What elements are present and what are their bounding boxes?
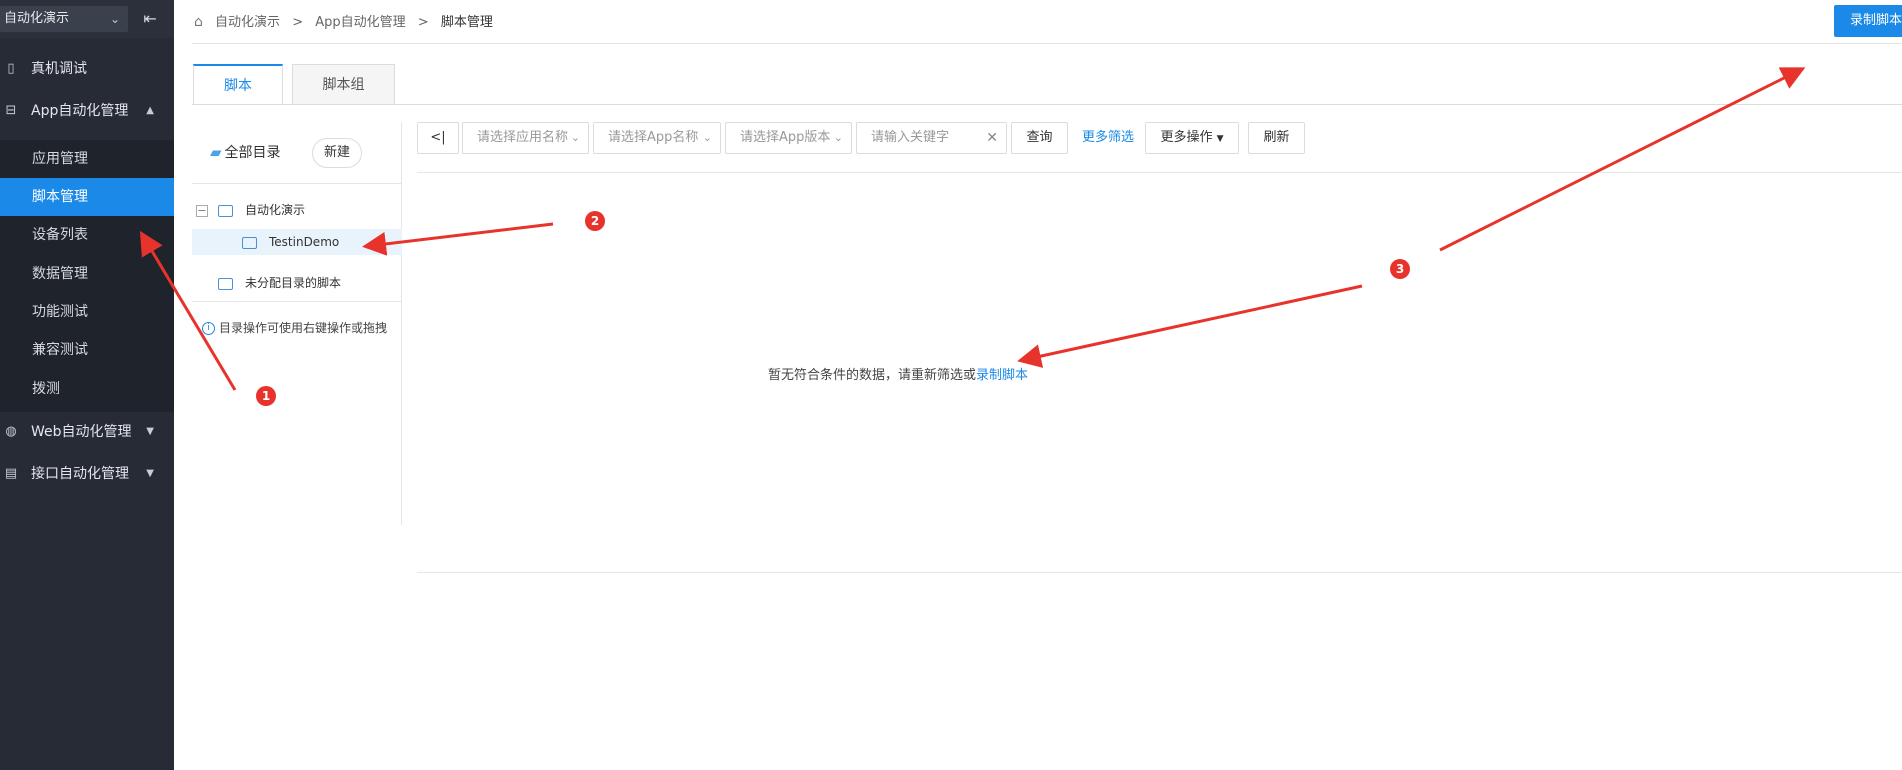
tree-node-label: 未分配目录的脚本 bbox=[245, 276, 342, 290]
collapse-tree-button[interactable]: <| bbox=[417, 122, 459, 154]
chevron-down-icon: ⌄ bbox=[702, 131, 712, 144]
tree-node-label: 自动化演示 bbox=[245, 203, 306, 217]
caret-down-icon: ▼ bbox=[1216, 134, 1224, 144]
breadcrumb-current: 脚本管理 bbox=[440, 15, 493, 30]
more-operations-button[interactable]: 更多操作 ▼ bbox=[1145, 122, 1239, 154]
nav-item-label: App自动化管理 bbox=[31, 103, 129, 119]
annotation-arrow-3a bbox=[1017, 284, 1363, 368]
record-script-link[interactable]: 录制脚本 bbox=[976, 368, 1028, 383]
sub-item-data-manage[interactable]: 数据管理 bbox=[0, 255, 174, 293]
breadcrumb-separator: > bbox=[417, 15, 429, 30]
nav-item-label: 真机调试 bbox=[31, 61, 87, 77]
chevron-down-icon: ⌄ bbox=[833, 131, 843, 144]
home-icon[interactable]: ⌂ bbox=[194, 14, 203, 30]
folder-icon bbox=[218, 277, 233, 290]
sub-item-compat-test[interactable]: 兼容测试 bbox=[0, 331, 174, 369]
project-select[interactable]: 自动化演示 ⌄ bbox=[0, 6, 128, 32]
tree-node-testindemo[interactable]: TestinDemo bbox=[192, 229, 402, 255]
record-script-button[interactable]: 录制脚本 bbox=[1834, 5, 1902, 37]
tree-tip-text: 目录操作可使用右键操作或拖拽 bbox=[219, 321, 388, 335]
app-select-placeholder: 请选择App名称 bbox=[608, 130, 699, 145]
annotation-arrow-3b bbox=[1439, 67, 1806, 252]
annotation-badge-2: 2 bbox=[585, 211, 605, 231]
empty-state-text: 暂无符合条件的数据，请重新筛选或 bbox=[768, 368, 977, 383]
nav-item-device-debug[interactable]: ▯ 真机调试 bbox=[0, 50, 174, 88]
tab-script[interactable]: 脚本 bbox=[193, 64, 283, 105]
collapse-toggle-icon[interactable]: − bbox=[196, 204, 208, 217]
caret-down-icon: ▼ bbox=[146, 468, 154, 479]
nav-item-web-automation[interactable]: ◍ Web自动化管理 ▼ bbox=[0, 413, 174, 451]
chevron-down-icon: ⌄ bbox=[570, 131, 580, 144]
annotation-badge-3: 3 bbox=[1390, 259, 1410, 279]
version-select[interactable]: 请选择App版本 ⌄ bbox=[725, 122, 852, 154]
app-select[interactable]: 请选择App名称 ⌄ bbox=[593, 122, 721, 154]
sub-item-function-test[interactable]: 功能测试 bbox=[0, 293, 174, 331]
caret-up-icon: ▲ bbox=[146, 105, 154, 116]
app-name-select[interactable]: 请选择应用名称 ⌄ bbox=[462, 122, 589, 154]
nav-item-app-automation[interactable]: ⊟ App自动化管理 ▲ bbox=[0, 92, 174, 130]
version-select-placeholder: 请选择App版本 bbox=[740, 130, 831, 145]
breadcrumb-separator: > bbox=[292, 15, 304, 30]
nav-item-label: Web自动化管理 bbox=[31, 424, 132, 440]
menu-collapse-icon[interactable]: ⇤ bbox=[136, 6, 164, 32]
app-root: 自动化演示 ⌄ ⇤ ▯ 真机调试 ⊟ App自动化管理 ▲ 应用管理 脚本管理 … bbox=[0, 0, 1902, 770]
breadcrumb-item[interactable]: App自动化管理 bbox=[315, 15, 405, 30]
sub-item-dial-test[interactable]: 拨测 bbox=[0, 370, 174, 408]
folder-icon: ▰ bbox=[210, 143, 222, 161]
sidebar: 自动化演示 ⌄ ⇤ ▯ 真机调试 ⊟ App自动化管理 ▲ 应用管理 脚本管理 … bbox=[0, 0, 174, 770]
keyword-input[interactable]: 请输入关键字 ✕ bbox=[856, 122, 1007, 154]
sub-item-device-list[interactable]: 设备列表 bbox=[0, 216, 174, 254]
app-automation-submenu: 应用管理 脚本管理 设备列表 数据管理 功能测试 兼容测试 拨测 bbox=[0, 140, 174, 412]
tree-root-label: 全部目录 bbox=[224, 145, 281, 161]
new-folder-button[interactable]: 新建 bbox=[312, 138, 362, 168]
tree-root[interactable]: ▰ 全部目录 bbox=[210, 142, 281, 162]
globe-icon: ◍ bbox=[5, 424, 17, 439]
folder-icon bbox=[242, 236, 257, 249]
query-button[interactable]: 查询 bbox=[1011, 122, 1068, 154]
project-select-value: 自动化演示 bbox=[4, 11, 70, 26]
app-name-select-placeholder: 请选择应用名称 bbox=[477, 130, 569, 145]
list-divider bbox=[417, 172, 1902, 173]
directory-tree-panel: ▰ 全部目录 新建 − 自动化演示 TestinDemo 未分配目录的脚本 i 目录操… bbox=[192, 122, 402, 525]
tab-script-group[interactable]: 脚本组 bbox=[292, 64, 395, 105]
more-filter-link[interactable]: 更多筛选 bbox=[1082, 122, 1134, 154]
sub-item-app-manage[interactable]: 应用管理 bbox=[0, 140, 174, 178]
refresh-button[interactable]: 刷新 bbox=[1248, 122, 1305, 154]
tree-node-label: TestinDemo bbox=[269, 235, 340, 249]
sub-item-script-manage[interactable]: 脚本管理 bbox=[0, 178, 174, 216]
chevron-down-icon: ⌄ bbox=[109, 12, 120, 26]
more-operations-label: 更多操作 bbox=[1160, 130, 1213, 145]
app-icon: ⊟ bbox=[5, 103, 17, 118]
tree-header: ▰ 全部目录 新建 bbox=[192, 122, 402, 184]
nav-item-api-automation[interactable]: ▤ 接口自动化管理 ▼ bbox=[0, 455, 174, 493]
caret-down-icon: ▼ bbox=[146, 426, 154, 437]
nav-item-label: 接口自动化管理 bbox=[31, 466, 129, 482]
header-divider bbox=[192, 43, 1902, 44]
phone-icon: ▯ bbox=[7, 61, 15, 76]
tab-divider bbox=[192, 104, 1902, 105]
project-bar: 自动化演示 ⌄ ⇤ bbox=[0, 0, 174, 38]
api-icon: ▤ bbox=[4, 466, 18, 481]
clear-icon[interactable]: ✕ bbox=[986, 123, 998, 153]
breadcrumb: ⌂ 自动化演示 > App自动化管理 > 脚本管理 bbox=[194, 11, 501, 30]
tree-tip: i 目录操作可使用右键操作或拖拽 bbox=[202, 319, 387, 336]
annotation-badge-1: 1 bbox=[256, 386, 276, 406]
tree-divider bbox=[192, 301, 402, 302]
list-bottom-divider bbox=[417, 572, 1902, 573]
tree-node-unassigned[interactable]: 未分配目录的脚本 bbox=[218, 270, 402, 296]
keyword-input-placeholder: 请输入关键字 bbox=[871, 130, 950, 145]
tree-node-demo[interactable]: − 自动化演示 bbox=[196, 197, 402, 223]
empty-state: 暂无符合条件的数据，请重新筛选或录制脚本 bbox=[768, 364, 1028, 383]
folder-icon bbox=[218, 204, 233, 217]
breadcrumb-item[interactable]: 自动化演示 bbox=[215, 15, 280, 30]
info-icon: i bbox=[202, 322, 215, 335]
